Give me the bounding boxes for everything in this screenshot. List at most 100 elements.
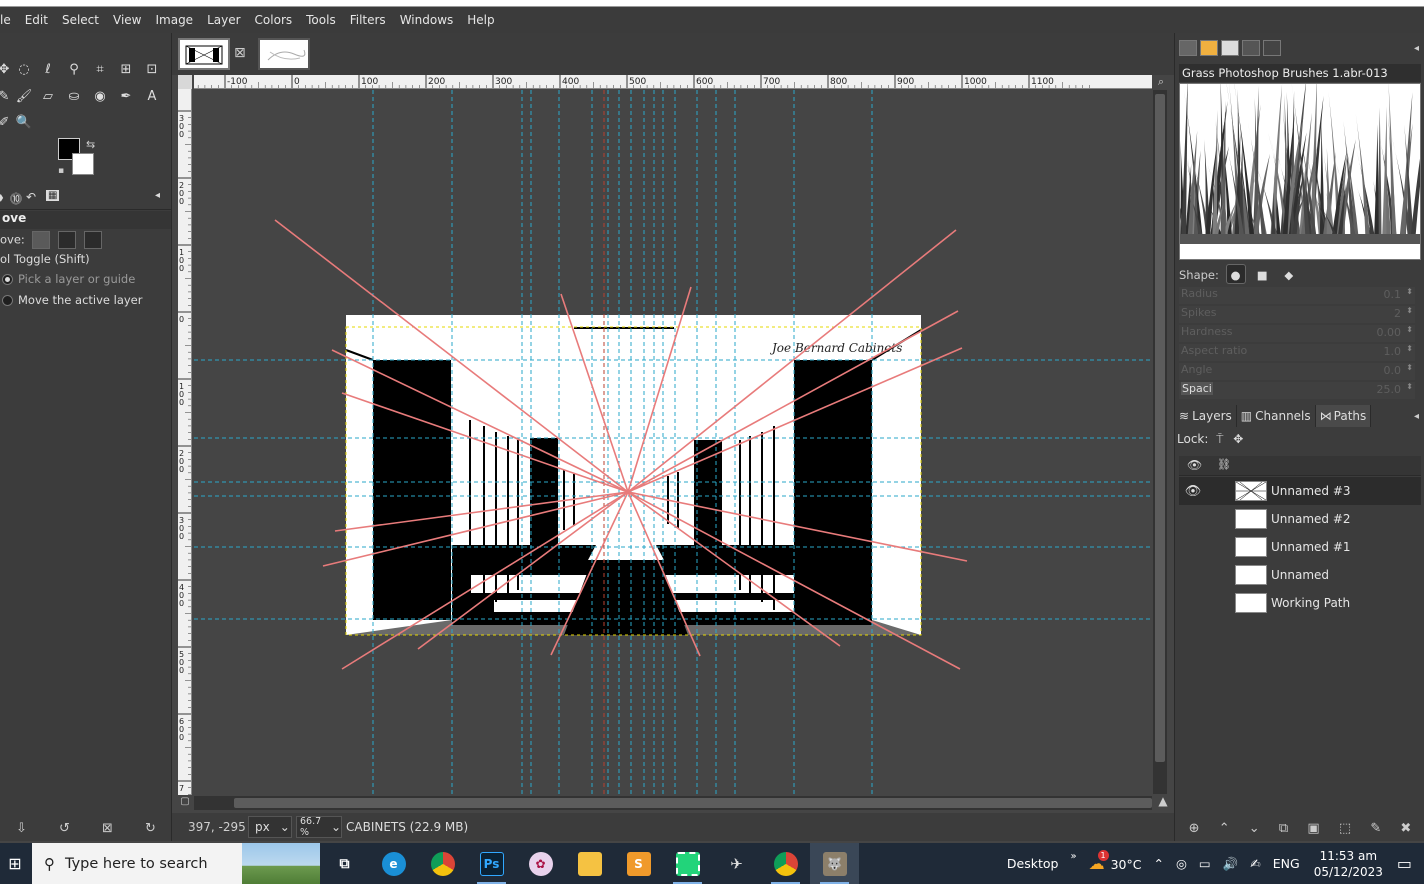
quick-mask-icon[interactable]: ▢ (178, 796, 192, 810)
file-explorer-icon[interactable] (565, 843, 614, 884)
circle-shape-button[interactable]: ● (1225, 264, 1246, 284)
tab-channels[interactable]: ▥ Channels (1237, 405, 1316, 427)
save-options-icon[interactable]: ⇩ (16, 821, 27, 841)
desktop-toolbar-label[interactable]: Desktop (1007, 856, 1059, 871)
horizontal-ruler[interactable]: -200-10001002003004005006007008009001000… (194, 75, 1152, 89)
tool-options-tab-icon[interactable]: ⬧ (0, 190, 3, 205)
fuzzy-select-icon[interactable]: ⚲ (64, 59, 84, 79)
eye-icon[interactable]: 👁 (1179, 484, 1207, 499)
path-row[interactable]: Unnamed #1 (1179, 533, 1421, 561)
menu-file[interactable]: le (0, 13, 18, 27)
duplicate-path-icon[interactable]: ⧉ (1279, 821, 1288, 839)
paintbrush-icon[interactable]: 🖌 (14, 86, 34, 106)
zoom-select[interactable]: 66.7 % ⌄ (296, 816, 342, 838)
dock-menu-icon[interactable]: ◂ (1414, 43, 1419, 54)
camera-icon[interactable]: ◎ (1176, 856, 1187, 871)
lock-position-icon[interactable]: ✥ (1233, 432, 1243, 446)
brush-name[interactable]: Grass Photoshop Brushes 1.abr-013 (1179, 64, 1421, 82)
chrome-window-icon[interactable] (761, 843, 810, 884)
network-icon[interactable]: ▭ (1199, 856, 1211, 871)
dodge-icon[interactable]: ◉ (90, 86, 110, 106)
menu-select[interactable]: Select (55, 13, 106, 27)
notifications-icon[interactable]: ▭ (1397, 854, 1412, 873)
task-view-icon[interactable]: ⧉ (320, 843, 369, 884)
taskbar-search[interactable]: ⚲ Type here to search (32, 843, 320, 884)
sublime-icon[interactable]: S (614, 843, 663, 884)
menu-help[interactable]: Help (460, 13, 501, 27)
horizontal-scroll-thumb[interactable] (234, 798, 1152, 808)
chevron-right-icon[interactable]: » (1070, 851, 1076, 862)
undo-history-icon[interactable]: ↶ (26, 190, 36, 204)
vertical-ruler[interactable]: 30020010001002003004005006007 (178, 89, 192, 795)
menu-colors[interactable]: Colors (248, 13, 300, 27)
move-selection-mode-button[interactable] (58, 231, 77, 249)
menu-tools[interactable]: Tools (299, 13, 343, 27)
image-tab-sketch[interactable] (258, 38, 310, 70)
unit-select[interactable]: px ⌄ (248, 816, 292, 838)
vertical-scrollbar[interactable] (1153, 90, 1167, 794)
document-history-tab-icon[interactable] (1242, 40, 1260, 56)
menu-filters[interactable]: Filters (343, 13, 393, 27)
spikes-param[interactable]: Spikes 2 ⬍ (1179, 306, 1415, 323)
patterns-tab-icon[interactable] (1200, 40, 1218, 56)
eraser-icon[interactable]: ▱ (38, 86, 58, 106)
warp-transform-icon[interactable]: ⊡ (142, 59, 162, 79)
windows-start-icon[interactable]: ⊞ (0, 843, 30, 884)
radius-param[interactable]: Radius 0.1 ⬍ (1179, 287, 1415, 304)
image-tab-cabinets[interactable] (178, 38, 230, 70)
volume-icon[interactable]: 🔊 (1223, 856, 1239, 872)
fonts-tab-icon[interactable] (1221, 40, 1239, 56)
photoshop-icon[interactable]: Ps (467, 843, 516, 884)
angle-param[interactable]: Angle 0.0 ⬍ (1179, 363, 1415, 380)
brush-editor-tab-icon[interactable] (1263, 40, 1281, 56)
device-status-icon[interactable]: ⓾ (10, 190, 22, 207)
tab-paths[interactable]: ⋈ Paths (1315, 405, 1372, 427)
selection-to-path-icon[interactable]: ⬚ (1339, 821, 1351, 839)
color-picker-icon[interactable]: ✐ (0, 112, 14, 132)
spacing-param[interactable]: Spaci 25.0 ⬍ (1179, 382, 1415, 399)
diamond-shape-button[interactable]: ◆ (1279, 265, 1299, 285)
paint-along-path-icon[interactable]: ✎ (1370, 821, 1381, 839)
path-to-selection-icon[interactable]: ▣ (1307, 821, 1319, 839)
text-tool-icon[interactable]: A (142, 86, 162, 106)
image-canvas[interactable]: Joe Bernard Cabinets (194, 90, 1152, 794)
configure-tab-icon[interactable]: ◂ (155, 190, 160, 201)
vertical-scroll-thumb[interactable] (1155, 94, 1165, 762)
menu-view[interactable]: View (106, 13, 148, 27)
dock-menu-icon[interactable]: ◂ (1414, 411, 1419, 422)
show-hidden-icons[interactable]: ⌃ (1153, 856, 1163, 871)
pick-layer-radio[interactable] (2, 274, 13, 285)
crop-icon[interactable]: ⌗ (90, 59, 110, 79)
lasso-icon[interactable]: ℓ (38, 59, 58, 79)
restore-options-icon[interactable]: ↺ (59, 821, 70, 841)
language-indicator[interactable]: ENG (1273, 856, 1300, 871)
images-tab-icon[interactable]: ▦ (46, 190, 60, 201)
path-row[interactable]: Unnamed (1179, 561, 1421, 589)
green-app-icon[interactable] (663, 843, 712, 884)
clock[interactable]: 11:53 am 05/12/2023 (1314, 848, 1383, 880)
menu-layer[interactable]: Layer (200, 13, 247, 27)
close-tab-icon[interactable]: ⊠ (234, 45, 246, 61)
square-shape-button[interactable]: ■ (1252, 265, 1272, 285)
gimp-icon[interactable]: 🐺 (810, 843, 859, 884)
delete-path-icon[interactable]: ✖ (1400, 821, 1411, 839)
zoom-navigate-icon[interactable]: ⌕ (1154, 75, 1168, 89)
zoom-icon[interactable]: 🔍 (14, 112, 34, 132)
path-row[interactable]: Working Path (1179, 589, 1421, 617)
lock-strokes-icon[interactable]: ⍑ (1216, 432, 1223, 446)
path-row[interactable]: 👁 Unnamed #3 (1179, 477, 1421, 505)
chrome-icon[interactable] (418, 843, 467, 884)
edge-icon[interactable]: e (369, 843, 418, 884)
move-path-mode-button[interactable] (83, 231, 102, 249)
move-active-radio[interactable] (2, 295, 13, 306)
tab-layers[interactable]: ≋ Layers (1175, 405, 1237, 427)
hardness-param[interactable]: Hardness 0.00 ⬍ (1179, 325, 1415, 342)
unified-transform-icon[interactable]: ⊞ (116, 59, 136, 79)
background-color[interactable] (72, 153, 94, 175)
menu-edit[interactable]: Edit (18, 13, 55, 27)
raise-path-icon[interactable]: ⌃ (1219, 821, 1230, 839)
brushes-tab-icon[interactable] (1179, 40, 1197, 56)
menu-windows[interactable]: Windows (393, 13, 461, 27)
horizontal-scrollbar[interactable] (194, 796, 1152, 810)
paint-app-icon[interactable]: ✿ (516, 843, 565, 884)
